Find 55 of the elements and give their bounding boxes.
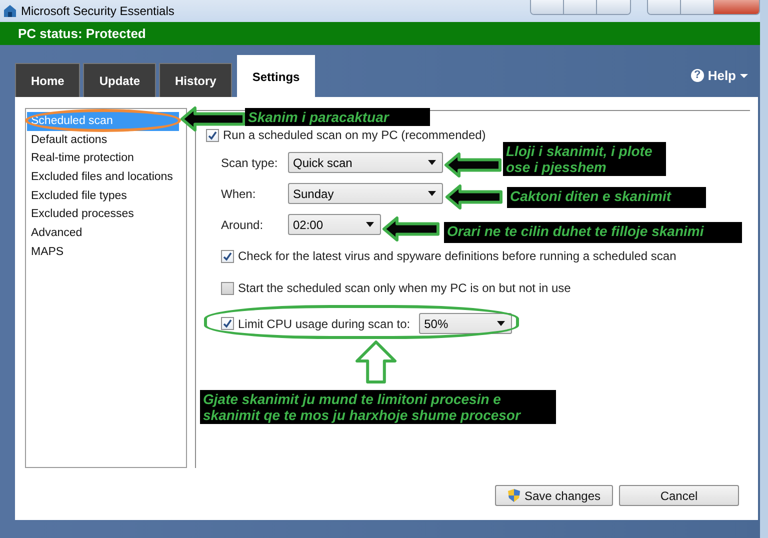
help-icon: ?: [690, 69, 704, 82]
checkbox-label: Limit CPU usage during scan to:: [238, 316, 410, 330]
tab[interactable]: Update: [83, 63, 156, 97]
dropdown[interactable]: 50%: [419, 313, 512, 334]
shield-icon: [507, 488, 522, 503]
caret-icon: [428, 191, 436, 196]
callout-arrow: [382, 216, 440, 242]
dropdown[interactable]: 02:00: [288, 214, 381, 235]
callout-arrow: [444, 152, 502, 178]
house-icon: [3, 4, 17, 18]
window-tool-button[interactable]: [597, 0, 630, 14]
annotation-label: Orari ne te cilin duhet te filloje skanimi: [444, 222, 742, 243]
caret-icon: [497, 321, 506, 326]
callout-arrow: [355, 340, 397, 384]
save-button[interactable]: Save changes: [495, 485, 613, 506]
checkbox-label: Check for the latest virus and spyware definitions before running a scheduled scan: [238, 249, 676, 263]
nav-item[interactable]: Advanced: [27, 224, 185, 243]
help-menu-button[interactable]: ? Help: [690, 68, 748, 83]
nav-item[interactable]: Excluded processes: [27, 205, 185, 224]
nav-item[interactable]: Real-time protection: [27, 149, 185, 168]
caret-icon: [366, 222, 374, 227]
field-label: Scan type:: [221, 156, 279, 170]
minimize-button[interactable]: [648, 0, 681, 14]
callout-arrow: [180, 106, 246, 132]
tab[interactable]: History: [159, 63, 232, 97]
checkbox[interactable]: [221, 282, 234, 294]
annotation-label: Lloji i skanimit, i plote ose i pjesshem: [503, 142, 666, 176]
close-button[interactable]: [714, 0, 759, 14]
checkbox-label: Start the scheduled scan only when my PC is on but not in use: [238, 281, 571, 295]
checkbox[interactable]: [221, 317, 234, 330]
annotation-label: Gjate skanimit ju mund te limitoni procesin e skanimit qe te mos ju harxhoje shume procesor: [200, 390, 556, 424]
caret-icon: [740, 74, 748, 78]
window-tool-button[interactable]: [564, 0, 597, 14]
window-title: Microsoft Security Essentials: [21, 4, 174, 18]
nav-item[interactable]: Excluded file types: [27, 186, 185, 206]
annotation-label: Caktoni diten e skanimit: [507, 187, 706, 208]
window-tool-button[interactable]: [531, 0, 564, 14]
checkbox[interactable]: [206, 128, 219, 142]
status-bar: PC status: Protected: [0, 22, 760, 45]
checkbox[interactable]: [221, 250, 234, 262]
field-label: When:: [221, 186, 257, 200]
caret-icon: [428, 160, 436, 165]
nav-item[interactable]: Default actions: [27, 130, 185, 150]
checkbox-label: Run a scheduled scan on my PC (recommended): [223, 128, 486, 142]
dropdown[interactable]: Quick scan: [288, 152, 443, 173]
annotation-label: Skanim i paracaktuar: [245, 108, 430, 126]
maximize-button[interactable]: [681, 0, 714, 14]
tab[interactable]: Settings: [237, 55, 315, 97]
dropdown[interactable]: Sunday: [288, 183, 443, 204]
callout-arrow: [445, 184, 503, 210]
tab[interactable]: Home: [15, 63, 80, 97]
nav-item[interactable]: Excluded files and locations: [27, 168, 185, 187]
field-label: Around:: [221, 218, 264, 232]
cancel-button[interactable]: Cancel: [619, 485, 739, 506]
nav-item[interactable]: MAPS: [27, 242, 185, 262]
